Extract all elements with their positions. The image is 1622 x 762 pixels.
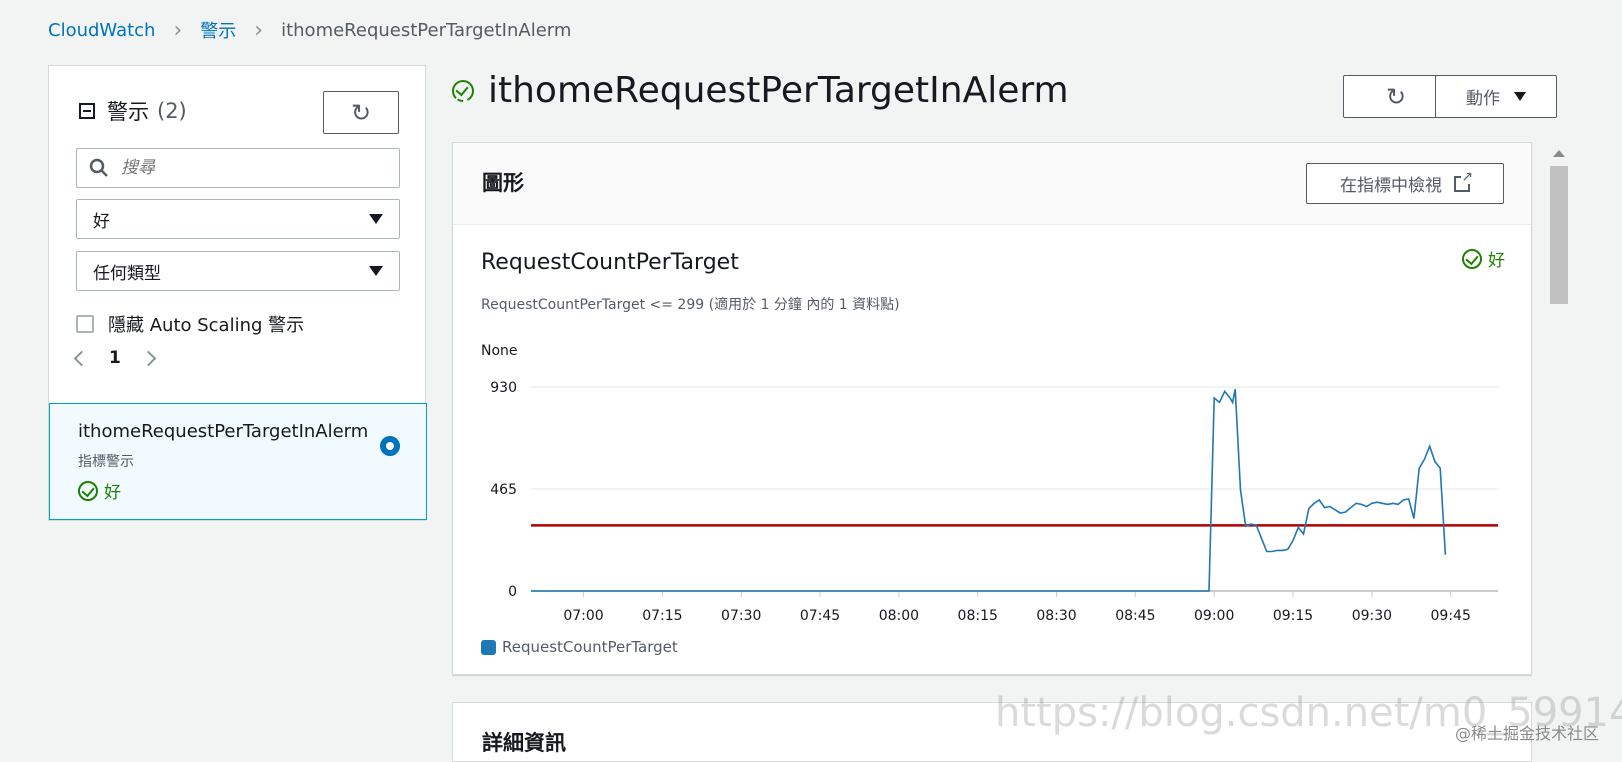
type-filter-value: 任何類型 [93, 263, 161, 284]
breadcrumb-alarms-link[interactable]: 警示 [200, 17, 236, 43]
y-tick-label: 930 [490, 380, 517, 396]
next-page-icon[interactable] [140, 350, 157, 366]
line-chart[interactable]: 0 465 930 07:00 07:15 07:30 07:45 08:00 08:15 08:… [453, 143, 1531, 673]
previous-page-icon[interactable] [73, 350, 90, 366]
x-tick-label: 08:15 [958, 608, 998, 624]
alarm-item-type: 指標警示 [78, 454, 134, 470]
x-tick-label: 07:00 [563, 608, 603, 624]
pagination: 1 [73, 348, 157, 368]
breadcrumb-cloudwatch-link[interactable]: CloudWatch [48, 20, 155, 41]
alarm-list-item[interactable]: ithomeRequestPerTargetInAlerm 指標警示 好 [49, 403, 427, 520]
page-title-text: ithomeRequestPerTargetInAlerm [488, 70, 1069, 111]
breadcrumb-current: ithomeRequestPerTargetInAlerm [281, 19, 572, 41]
graph-panel: 圖形 在指標中檢視 RequestCountPerTarget RequestC… [452, 142, 1532, 675]
chart-legend[interactable]: RequestCountPerTarget [481, 638, 678, 656]
hide-autoscaling-label[interactable]: 隱藏 Auto Scaling 警示 [108, 311, 304, 337]
refresh-icon: ↻ [350, 98, 372, 127]
y-tick-label: 0 [508, 584, 517, 600]
caret-down-icon [369, 266, 383, 276]
search-input[interactable] [121, 158, 371, 178]
state-filter-value: 好 [93, 211, 110, 232]
alarm-item-name: ithomeRequestPerTargetInAlerm [78, 421, 369, 442]
x-tick-label: 09:15 [1273, 608, 1313, 624]
x-tick-label: 08:45 [1115, 608, 1155, 624]
chevron-right-icon: › [254, 17, 264, 43]
search-field[interactable] [76, 148, 400, 188]
sidebar-refresh-button[interactable]: ↻ [323, 91, 399, 134]
sidebar-header: 警示 (2) [79, 96, 187, 126]
current-page[interactable]: 1 [109, 348, 121, 368]
check-circle-icon [78, 480, 98, 501]
x-tick-label: 07:15 [642, 608, 682, 624]
details-panel-title: 詳細資訊 [482, 731, 566, 755]
scroll-up-icon[interactable] [1553, 150, 1565, 157]
check-circle-icon [452, 79, 474, 102]
x-tick-label: 09:30 [1352, 608, 1392, 624]
legend-label: RequestCountPerTarget [502, 638, 678, 656]
x-tick-label: 09:45 [1431, 608, 1471, 624]
alarm-item-state-label: 好 [104, 483, 121, 503]
alarms-sidebar: 警示 (2) ↻ 好 任何類型 隱藏 Auto Scaling 警示 1 ith… [48, 65, 427, 521]
refresh-button[interactable]: ↻ [1343, 75, 1449, 118]
sidebar-title: 警示 [107, 100, 149, 124]
y-tick-label: 465 [490, 482, 517, 498]
refresh-icon: ↻ [1385, 82, 1407, 111]
actions-label: 動作 [1466, 89, 1500, 109]
x-tick-label: 07:45 [800, 608, 840, 624]
alarm-select-radio[interactable] [380, 436, 400, 456]
search-icon [89, 158, 108, 177]
x-tick-label: 07:30 [721, 608, 761, 624]
collapse-icon[interactable] [79, 103, 95, 119]
chevron-right-icon: › [173, 17, 183, 43]
state-filter-select[interactable]: 好 [76, 199, 400, 239]
series-line-requestcountpertarget [531, 389, 1447, 592]
x-tick-label: 09:00 [1194, 608, 1234, 624]
caret-down-icon [1514, 92, 1526, 101]
hide-autoscaling-row: 隱藏 Auto Scaling 警示 [76, 311, 304, 337]
page-scrollbar[interactable] [1548, 148, 1570, 747]
alarm-item-state: 好 [78, 478, 121, 503]
watermark-secondary: @稀土掘金技术社区 [1455, 724, 1600, 743]
caret-down-icon [369, 214, 383, 224]
x-tick-label: 08:30 [1036, 608, 1076, 624]
x-tick-label: 08:00 [879, 608, 919, 624]
breadcrumb: CloudWatch › 警示 › ithomeRequestPerTarget… [48, 17, 571, 43]
actions-button[interactable]: 動作 [1435, 75, 1557, 118]
scroll-thumb[interactable] [1550, 166, 1568, 304]
alarm-count: (2) [157, 99, 187, 123]
hide-autoscaling-checkbox[interactable] [76, 315, 94, 333]
legend-swatch [481, 639, 496, 655]
page-title: ithomeRequestPerTargetInAlerm [452, 70, 1069, 111]
type-filter-select[interactable]: 任何類型 [76, 251, 400, 291]
